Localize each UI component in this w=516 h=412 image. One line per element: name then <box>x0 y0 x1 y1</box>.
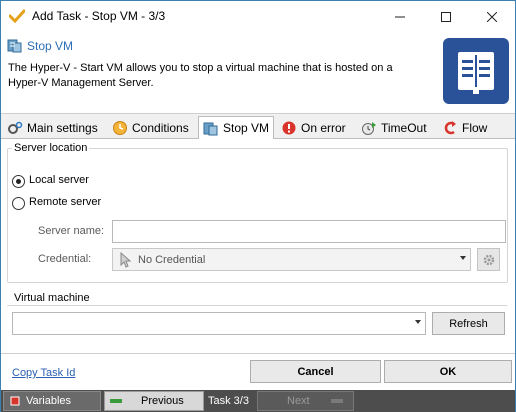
gears-icon <box>7 120 23 136</box>
copy-task-id-link[interactable]: Copy Task Id <box>12 367 75 379</box>
stop-vm-panel: Server location Local server Remote serv… <box>1 139 515 353</box>
task-header: Stop VM The Hyper-V - Start VM allows yo… <box>1 32 515 113</box>
maximize-button[interactable] <box>423 1 469 32</box>
maximize-icon <box>441 11 451 22</box>
server-location-legend: Server location <box>12 142 90 154</box>
next-label: Next <box>287 395 310 407</box>
app-check-icon <box>9 9 25 23</box>
cancel-button[interactable]: Cancel <box>250 360 381 383</box>
remote-server-label: Remote server <box>29 196 102 208</box>
gear-icon <box>483 254 494 265</box>
server-icon <box>7 39 22 53</box>
tab-main-settings[interactable]: Main settings <box>7 117 98 139</box>
tab-on-error[interactable]: On error <box>281 117 346 139</box>
credential-settings-button[interactable] <box>477 248 500 271</box>
server-name-label: Server name: <box>38 225 105 237</box>
server-name-input[interactable] <box>112 220 506 243</box>
local-server-radio[interactable] <box>12 175 25 188</box>
local-server-label: Local server <box>29 174 89 186</box>
tab-label: TimeOut <box>381 121 427 135</box>
tab-strip: Main settings Conditions Stop VM On erro… <box>1 113 515 140</box>
variables-label: Variables <box>26 395 72 407</box>
tab-flow[interactable]: Flow <box>442 117 487 139</box>
previous-label: Previous <box>141 395 184 407</box>
next-button[interactable]: Next <box>257 391 354 411</box>
close-icon <box>487 11 497 22</box>
flow-icon <box>442 120 458 136</box>
minimize-icon <box>395 16 405 17</box>
credential-label: Credential: <box>38 253 92 265</box>
arrow-right-icon <box>330 399 343 403</box>
virtual-machine-legend: Virtual machine <box>12 292 92 304</box>
virtual-machine-select[interactable] <box>12 312 426 335</box>
remote-server-radio[interactable] <box>12 197 25 210</box>
task-title: Stop VM <box>27 39 74 53</box>
arrow-left-icon <box>110 399 122 403</box>
minimize-button[interactable] <box>377 1 423 32</box>
variables-button[interactable]: Variables <box>3 391 101 411</box>
timeout-icon <box>361 120 377 136</box>
tab-label: Main settings <box>27 121 98 135</box>
tab-stop-vm[interactable]: Stop VM <box>198 116 275 140</box>
credential-select[interactable]: No Credential <box>112 248 471 271</box>
server-icon <box>203 120 219 136</box>
task-counter: Task 3/3 <box>208 395 249 407</box>
tab-label: On error <box>301 121 346 135</box>
close-button[interactable] <box>469 1 515 32</box>
task-description: The Hyper-V - Start VM allows you to sto… <box>8 62 393 89</box>
bottom-toolbar: Variables Previous Task 3/3 Next <box>1 390 515 412</box>
refresh-button[interactable]: Refresh <box>432 312 505 335</box>
clock-icon <box>112 120 128 136</box>
ok-button[interactable]: OK <box>384 360 512 383</box>
previous-button[interactable]: Previous <box>104 391 204 411</box>
title-bar: Add Task - Stop VM - 3/3 <box>1 1 515 32</box>
chevron-down-icon <box>415 320 421 324</box>
window-title: Add Task - Stop VM - 3/3 <box>32 9 166 23</box>
footer-divider <box>1 353 515 354</box>
tab-timeout[interactable]: TimeOut <box>361 117 427 139</box>
document-book-icon <box>443 38 509 104</box>
tab-label: Conditions <box>132 121 189 135</box>
tab-conditions[interactable]: Conditions <box>112 117 189 139</box>
tab-label: Flow <box>462 121 488 135</box>
cursor-arrow-icon <box>120 251 132 268</box>
tab-label: Stop VM <box>223 121 270 135</box>
chevron-down-icon <box>460 256 466 260</box>
error-icon <box>281 120 297 136</box>
credential-value: No Credential <box>138 253 206 266</box>
variables-icon <box>10 396 20 406</box>
add-task-window: Add Task - Stop VM - 3/3 Stop VM The Hyp… <box>0 0 516 412</box>
